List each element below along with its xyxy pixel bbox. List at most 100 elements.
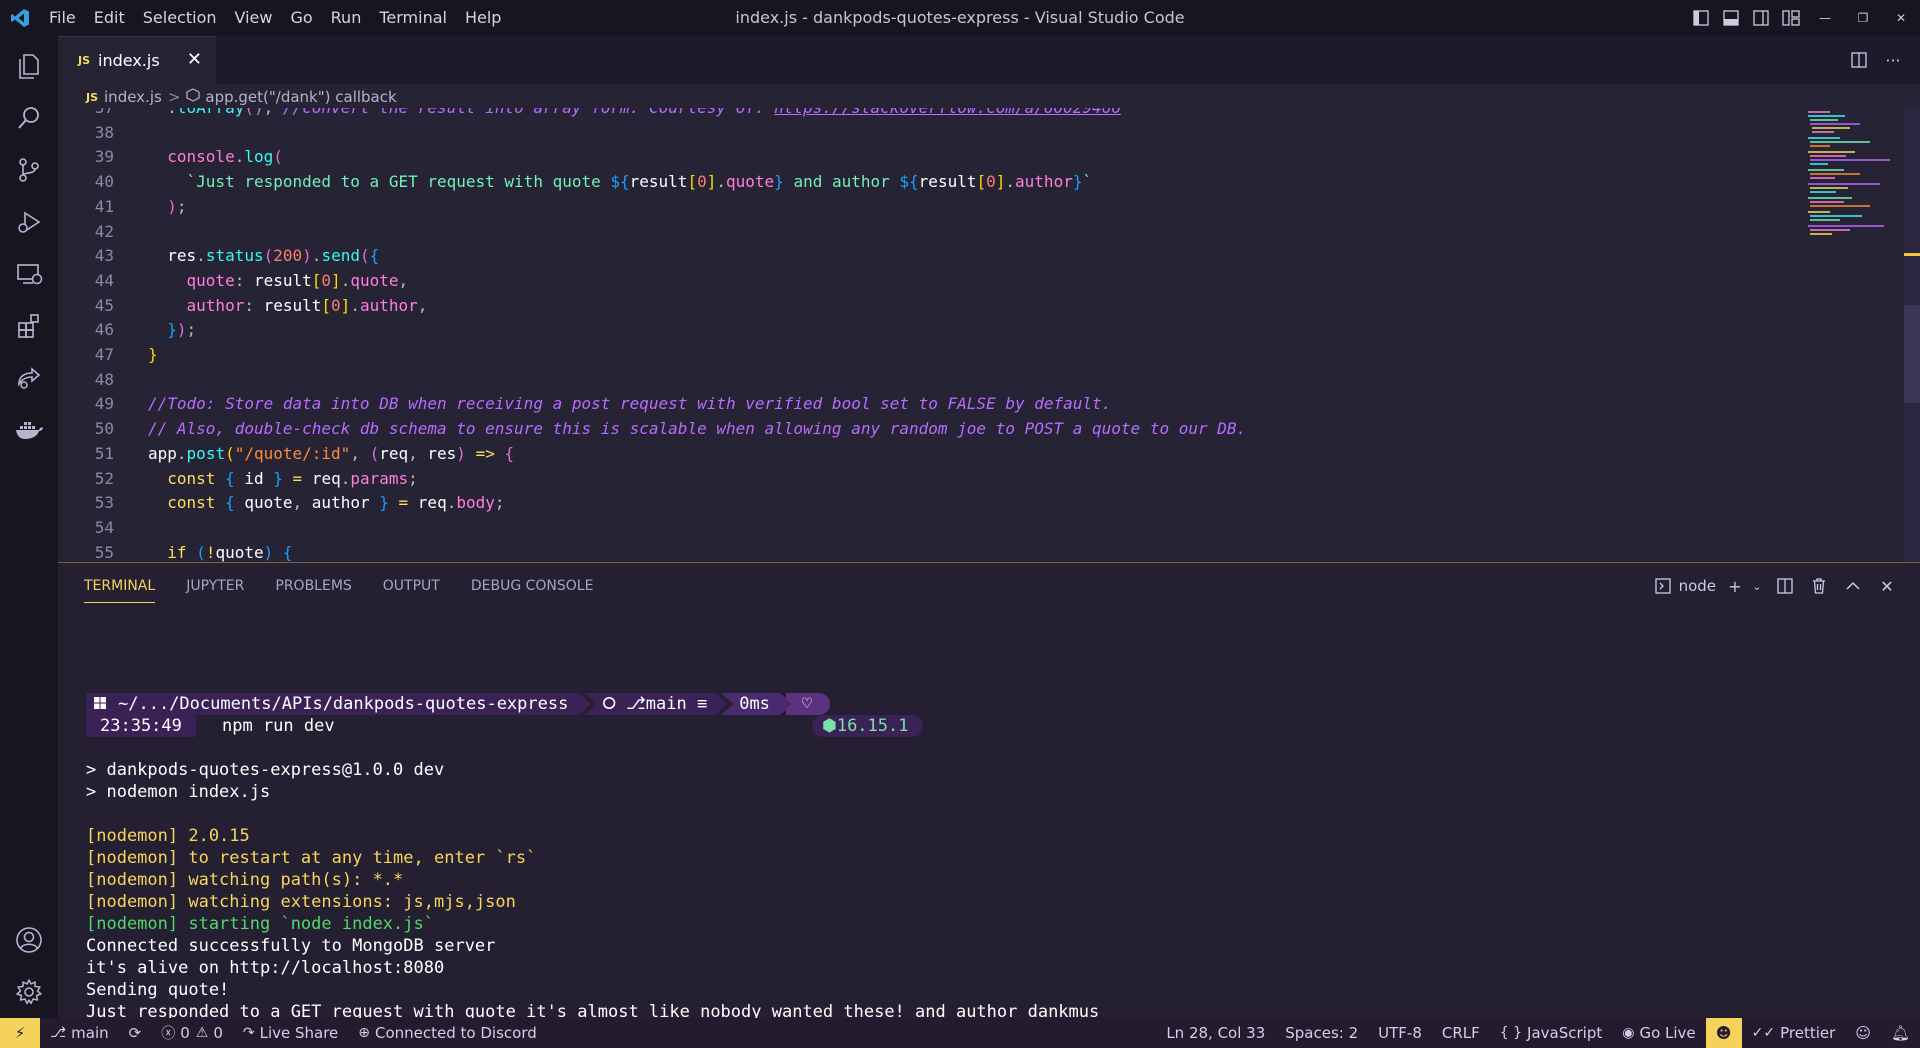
breadcrumb-symbol[interactable]: app.get("/dank") callback bbox=[205, 88, 396, 106]
status-bar: ⚡ ⎇ main ⟳ ⓧ 0 ⚠ 0 ↷ Live Share ⊕ Connected to… bbox=[0, 1018, 1920, 1048]
customize-layout-icon[interactable] bbox=[1776, 0, 1806, 36]
tab-index-js[interactable]: JS index.js ✕ bbox=[58, 36, 216, 84]
new-terminal-icon[interactable]: + bbox=[1724, 563, 1746, 609]
editor-scrollbar-thumb[interactable] bbox=[1904, 305, 1920, 403]
minimize-button[interactable]: — bbox=[1806, 0, 1844, 36]
live-share-icon[interactable] bbox=[0, 352, 58, 404]
terminal-line: [nodemon] to restart at any time, enter … bbox=[86, 848, 537, 868]
menu-terminal[interactable]: Terminal bbox=[370, 0, 456, 36]
error-count: 0 bbox=[180, 1024, 190, 1042]
run-debug-icon[interactable] bbox=[0, 196, 58, 248]
close-tab-icon[interactable]: ✕ bbox=[187, 49, 202, 70]
bottom-panel: TERMINAL JUPYTER PROBLEMS OUTPUT DEBUG C… bbox=[58, 562, 1920, 1044]
activity-bar bbox=[0, 36, 58, 1018]
panel-tabs: TERMINAL JUPYTER PROBLEMS OUTPUT DEBUG C… bbox=[58, 563, 1920, 609]
terminal-line: [nodemon] starting `node index.js` bbox=[86, 914, 434, 934]
status-indentation[interactable]: Spaces: 2 bbox=[1275, 1018, 1368, 1048]
terminal-name[interactable]: node bbox=[1679, 577, 1716, 595]
status-prettier[interactable]: ✓✓ Prettier bbox=[1742, 1018, 1846, 1048]
terminal-line: [nodemon] watching extensions: js,mjs,js… bbox=[86, 892, 516, 912]
prompt-git-branch: ⭘ ⎇main ≡ bbox=[584, 693, 727, 715]
terminal-prompt: ~/.../Documents/APIs/dankpods-quotes-exp… bbox=[86, 693, 831, 715]
more-actions-icon[interactable]: ··· bbox=[1876, 37, 1910, 83]
code-line: 45 author: result[0].author, bbox=[94, 295, 428, 315]
terminal-line: [nodemon] watching path(s): *.* bbox=[86, 870, 404, 890]
code-line: 49//Todo: Store data into DB when receiv… bbox=[94, 394, 1112, 414]
kill-terminal-trash-icon[interactable] bbox=[1802, 563, 1836, 609]
status-branch[interactable]: ⎇ main bbox=[40, 1018, 119, 1048]
extensions-icon[interactable] bbox=[0, 300, 58, 352]
code-line: 53 const { quote, author } = req.body; bbox=[94, 493, 505, 513]
toggle-panel-icon[interactable] bbox=[1716, 0, 1746, 36]
maximize-button[interactable]: ❐ bbox=[1844, 0, 1882, 36]
breadcrumb-separator: > bbox=[167, 88, 181, 106]
toggle-primary-sidebar-icon[interactable] bbox=[1686, 0, 1716, 36]
maximize-panel-chevron-up-icon[interactable] bbox=[1836, 563, 1870, 609]
copilot-icon[interactable]: ☻ bbox=[1705, 1018, 1742, 1048]
menu-edit[interactable]: Edit bbox=[85, 0, 134, 36]
status-go-live[interactable]: ◉ Go Live bbox=[1612, 1018, 1705, 1048]
panel-actions: node + ⌄ ✕ bbox=[1651, 563, 1904, 609]
code-line: 55 if (!quote) { bbox=[94, 542, 293, 562]
menu-file[interactable]: File bbox=[40, 0, 85, 36]
git-branch-icon: ⎇ bbox=[50, 1025, 67, 1041]
terminal-dropdown-chevron-down-icon[interactable]: ⌄ bbox=[1746, 563, 1768, 609]
source-control-icon[interactable] bbox=[0, 144, 58, 196]
braces-icon: { } bbox=[1499, 1025, 1523, 1041]
menu-go[interactable]: Go bbox=[281, 0, 321, 36]
terminal-output[interactable]: ~/.../Documents/APIs/dankpods-quotes-exp… bbox=[58, 609, 1920, 1044]
split-terminal-icon[interactable] bbox=[1768, 563, 1802, 609]
menu-selection[interactable]: Selection bbox=[134, 0, 226, 36]
status-live-share[interactable]: ↷ Live Share bbox=[233, 1018, 348, 1048]
accounts-icon[interactable] bbox=[0, 914, 58, 966]
tab-output[interactable]: OUTPUT bbox=[383, 563, 440, 609]
status-problems[interactable]: ⓧ 0 ⚠ 0 bbox=[151, 1018, 233, 1048]
status-eol[interactable]: CRLF bbox=[1432, 1018, 1490, 1048]
menu-run[interactable]: Run bbox=[322, 0, 371, 36]
code-line: 39 console.log( bbox=[94, 147, 283, 167]
status-cursor-position[interactable]: Ln 28, Col 33 bbox=[1156, 1018, 1275, 1048]
sync-icon[interactable]: ⟳ bbox=[119, 1018, 152, 1048]
code-line: 42 bbox=[94, 221, 114, 241]
notifications-bell-icon[interactable]: 🔔︎ bbox=[1881, 1018, 1920, 1048]
remote-explorer-icon[interactable] bbox=[0, 248, 58, 300]
breadcrumb-file[interactable]: index.js bbox=[104, 88, 162, 106]
explorer-icon[interactable] bbox=[0, 40, 58, 92]
javascript-file-icon: JS bbox=[78, 54, 91, 67]
go-live-text: Go Live bbox=[1639, 1024, 1696, 1042]
tab-problems[interactable]: PROBLEMS bbox=[275, 563, 351, 609]
breadcrumb: JS index.js > app.get("/dank") callback bbox=[58, 84, 1920, 110]
minimap[interactable] bbox=[1800, 108, 1900, 248]
language-text: JavaScript bbox=[1527, 1024, 1603, 1042]
tab-debug-console[interactable]: DEBUG CONSOLE bbox=[471, 563, 594, 609]
close-window-button[interactable]: ✕ bbox=[1882, 0, 1920, 36]
close-panel-icon[interactable]: ✕ bbox=[1870, 563, 1904, 609]
code-editor[interactable]: 37 .toArray(); //convert the result into… bbox=[58, 108, 1920, 562]
tab-jupyter[interactable]: JUPYTER bbox=[186, 563, 244, 609]
toggle-secondary-sidebar-icon[interactable] bbox=[1746, 0, 1776, 36]
scrollbar-position-marker bbox=[1904, 253, 1920, 256]
docker-icon[interactable] bbox=[0, 404, 58, 456]
title-bar: File Edit Selection View Go Run Terminal… bbox=[0, 0, 1920, 36]
status-encoding[interactable]: UTF-8 bbox=[1368, 1018, 1432, 1048]
status-bar-right: Ln 28, Col 33 Spaces: 2 UTF-8 CRLF { } Ja… bbox=[1156, 1018, 1920, 1048]
terminal-line: it's alive on http://localhost:8080 bbox=[86, 958, 445, 978]
split-editor-icon[interactable] bbox=[1842, 37, 1876, 83]
terminal-line: [nodemon] 2.0.15 bbox=[86, 826, 250, 846]
feedback-icon[interactable]: ☺ bbox=[1845, 1018, 1881, 1048]
terminal-command: npm run dev bbox=[222, 716, 335, 736]
menu-help[interactable]: Help bbox=[456, 0, 510, 36]
status-language[interactable]: { } JavaScript bbox=[1490, 1018, 1612, 1048]
tab-terminal[interactable]: TERMINAL bbox=[84, 563, 156, 609]
code-line: 54 bbox=[94, 517, 114, 537]
settings-gear-icon[interactable] bbox=[0, 966, 58, 1018]
live-share-text: Live Share bbox=[259, 1024, 339, 1042]
remote-indicator-icon[interactable]: ⚡ bbox=[0, 1018, 40, 1048]
heart-icon: ♡ bbox=[785, 693, 831, 715]
search-icon[interactable] bbox=[0, 92, 58, 144]
code-line: 46 }); bbox=[94, 320, 197, 340]
code-line: 37 .toArray(); //convert the result into… bbox=[58, 108, 1858, 121]
code-line: 48 bbox=[94, 369, 114, 389]
menu-view[interactable]: View bbox=[226, 0, 282, 36]
status-discord[interactable]: ⊕ Connected to Discord bbox=[348, 1018, 546, 1048]
